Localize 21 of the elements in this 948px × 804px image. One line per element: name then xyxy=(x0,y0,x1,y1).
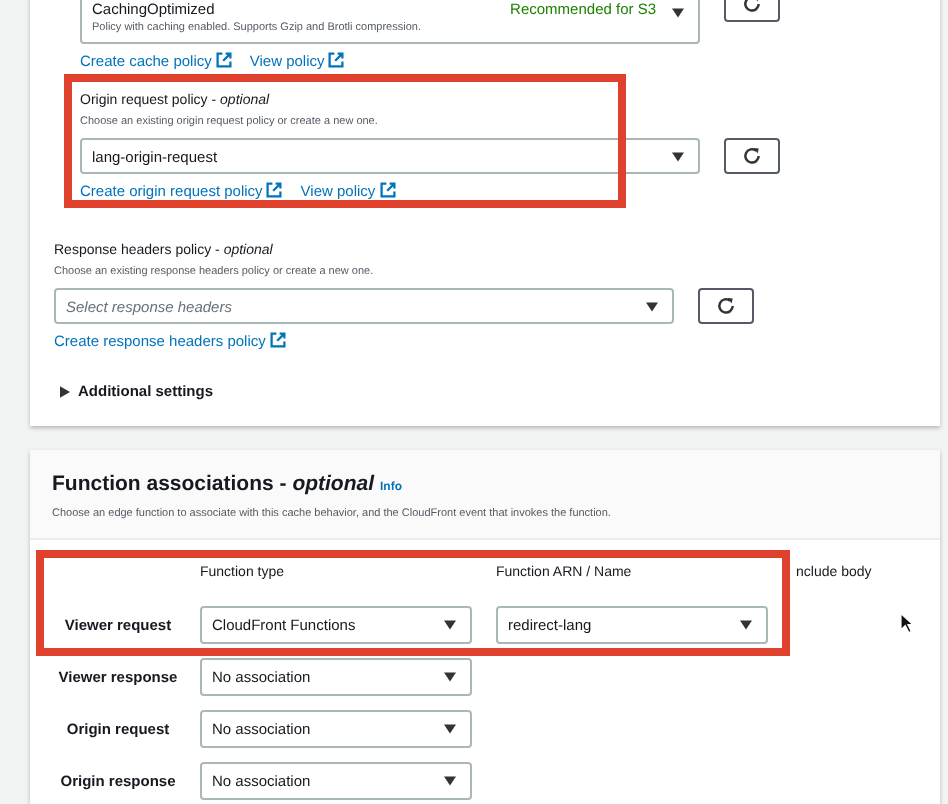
refresh-icon xyxy=(742,146,762,166)
refresh-button[interactable] xyxy=(724,138,780,174)
refresh-icon xyxy=(742,0,762,14)
caret-icon xyxy=(646,301,658,311)
triangle-icon xyxy=(60,385,70,397)
section-title: Function associations - optional xyxy=(52,472,375,496)
external-link-icon xyxy=(328,52,345,68)
refresh-button[interactable] xyxy=(698,288,754,324)
caret-icon xyxy=(444,723,456,733)
external-link-icon xyxy=(266,182,283,198)
caret-icon xyxy=(444,671,456,681)
caret-icon xyxy=(672,8,684,18)
caret-icon xyxy=(740,619,752,629)
refresh-icon xyxy=(716,296,736,316)
caret-icon xyxy=(672,151,684,161)
external-link-icon xyxy=(215,52,232,68)
external-link-icon xyxy=(269,332,286,348)
cursor-icon xyxy=(900,612,914,634)
caret-icon xyxy=(444,619,456,629)
external-link-icon xyxy=(379,182,396,198)
caret-icon xyxy=(444,775,456,785)
